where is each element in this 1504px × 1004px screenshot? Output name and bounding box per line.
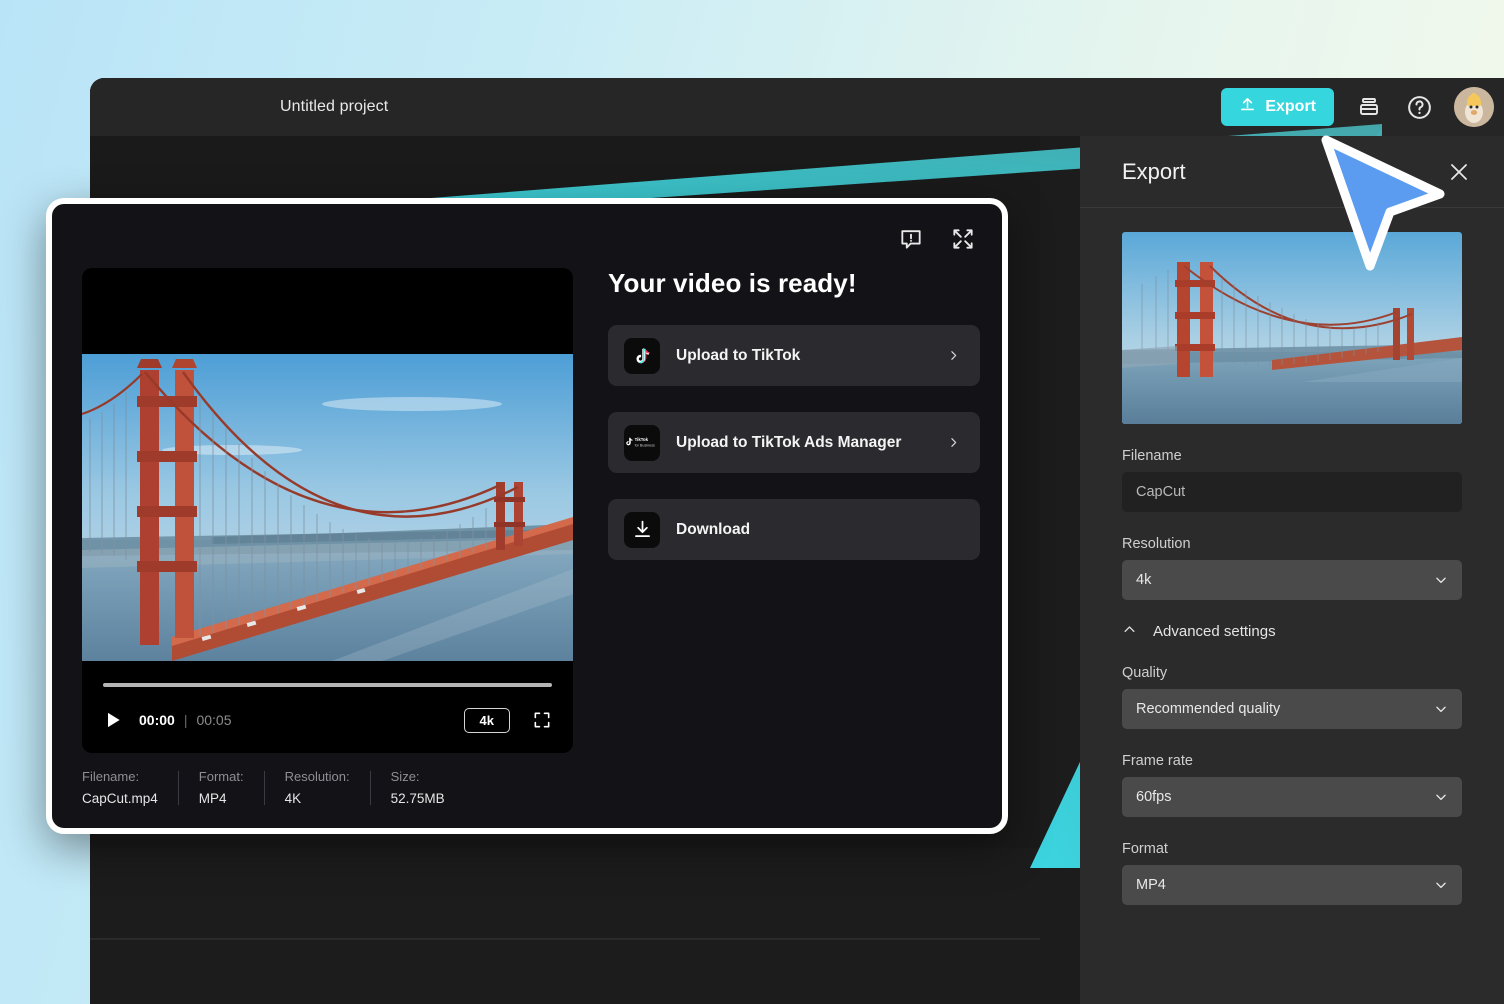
filename-label: Filename — [1122, 448, 1182, 464]
upload-icon — [1239, 96, 1256, 118]
chevron-down-icon — [1434, 790, 1448, 804]
export-success-modal: 00:00 | 00:05 4k Filename: CapCut.mp4 Fo… — [46, 198, 1008, 834]
format-value: MP4 — [1136, 877, 1166, 893]
quality-value: Recommended quality — [1136, 701, 1281, 717]
action-label: Upload to TikTok Ads Manager — [676, 433, 902, 451]
modal-actions-column: Your video is ready! Upload to TikTok Ti… — [608, 268, 982, 560]
meta-divider — [369, 771, 371, 805]
total-time: 00:05 — [196, 712, 232, 728]
layers-icon[interactable] — [1354, 92, 1384, 122]
avatar[interactable] — [1454, 87, 1494, 127]
player-control-row: 00:00 | 00:05 4k — [103, 705, 552, 735]
format-label: Format — [1122, 841, 1168, 857]
chevron-up-icon — [1122, 622, 1137, 641]
chevron-right-icon — [947, 436, 960, 449]
player-controls: 00:00 | 00:05 4k — [82, 661, 573, 753]
collapse-icon[interactable] — [950, 226, 976, 252]
tiktok-icon — [624, 337, 660, 374]
export-panel: Export Filename CapCut Resolution 4k Adv… — [1080, 136, 1504, 1004]
project-title[interactable]: Untitled project — [280, 98, 388, 116]
advanced-settings-toggle[interactable]: Advanced settings — [1122, 622, 1462, 641]
export-button[interactable]: Export — [1221, 88, 1334, 126]
video-player: 00:00 | 00:05 4k — [82, 268, 573, 753]
toolbar-actions: Export — [1221, 87, 1504, 127]
resolution-value: 4k — [1136, 572, 1152, 588]
fullscreen-icon[interactable] — [532, 710, 552, 730]
export-metadata: Filename: CapCut.mp4 Format: MP4 Resolut… — [82, 769, 573, 806]
play-icon[interactable] — [103, 709, 123, 731]
framerate-select[interactable]: 60fps — [1122, 777, 1462, 817]
svg-text:for Business: for Business — [635, 443, 655, 447]
filename-value: CapCut — [1136, 484, 1186, 500]
export-button-label: Export — [1265, 98, 1316, 115]
meta-divider — [263, 771, 265, 805]
chevron-down-icon — [1434, 702, 1448, 716]
format-select[interactable]: MP4 — [1122, 865, 1462, 905]
video-frame — [82, 354, 573, 661]
svg-text:TikTok: TikTok — [635, 437, 649, 442]
modal-heading: Your video is ready! — [608, 268, 857, 298]
close-icon[interactable] — [1446, 159, 1472, 185]
chevron-down-icon — [1434, 878, 1448, 892]
meta-filename: Filename: CapCut.mp4 — [82, 769, 158, 806]
resolution-select[interactable]: 4k — [1122, 560, 1462, 600]
chevron-right-icon — [947, 349, 960, 362]
action-label: Download — [676, 520, 751, 538]
quality-label: Quality — [1122, 665, 1168, 681]
meta-divider — [177, 771, 179, 805]
export-panel-title: Export — [1122, 158, 1186, 184]
framerate-value: 60fps — [1136, 789, 1172, 805]
current-time: 00:00 — [139, 712, 175, 728]
download-icon — [624, 511, 660, 548]
framerate-label: Frame rate — [1122, 753, 1193, 769]
advanced-settings-label: Advanced settings — [1153, 623, 1276, 640]
meta-format: Format: MP4 — [198, 769, 244, 806]
progress-bar[interactable] — [103, 683, 552, 687]
meta-resolution: Resolution: 4K — [284, 769, 350, 806]
meta-size: Size: 52.75MB — [390, 769, 445, 806]
time-separator: | — [183, 712, 188, 728]
feedback-bubble-icon[interactable] — [898, 226, 924, 252]
export-panel-header: Export — [1080, 136, 1504, 208]
upload-to-tiktok-button[interactable]: Upload to TikTok — [608, 325, 980, 386]
modal-tool-icons — [898, 226, 976, 252]
top-toolbar: Untitled project Export — [90, 78, 1504, 136]
quality-select[interactable]: Recommended quality — [1122, 689, 1462, 729]
download-button[interactable]: Download — [608, 499, 980, 560]
help-circle-icon[interactable] — [1404, 92, 1434, 122]
tiktok-business-icon: TikTok for Business — [624, 424, 660, 461]
export-preview-thumbnail — [1122, 232, 1462, 424]
upload-to-tiktok-ads-manager-button[interactable]: TikTok for Business Upload to TikTok Ads… — [608, 412, 980, 473]
quality-badge[interactable]: 4k — [463, 707, 510, 733]
filename-input[interactable]: CapCut — [1122, 472, 1462, 512]
action-label: Upload to TikTok — [676, 346, 801, 364]
resolution-label: Resolution — [1122, 536, 1191, 552]
chevron-down-icon — [1434, 573, 1448, 587]
timeline-divider — [90, 938, 1040, 940]
